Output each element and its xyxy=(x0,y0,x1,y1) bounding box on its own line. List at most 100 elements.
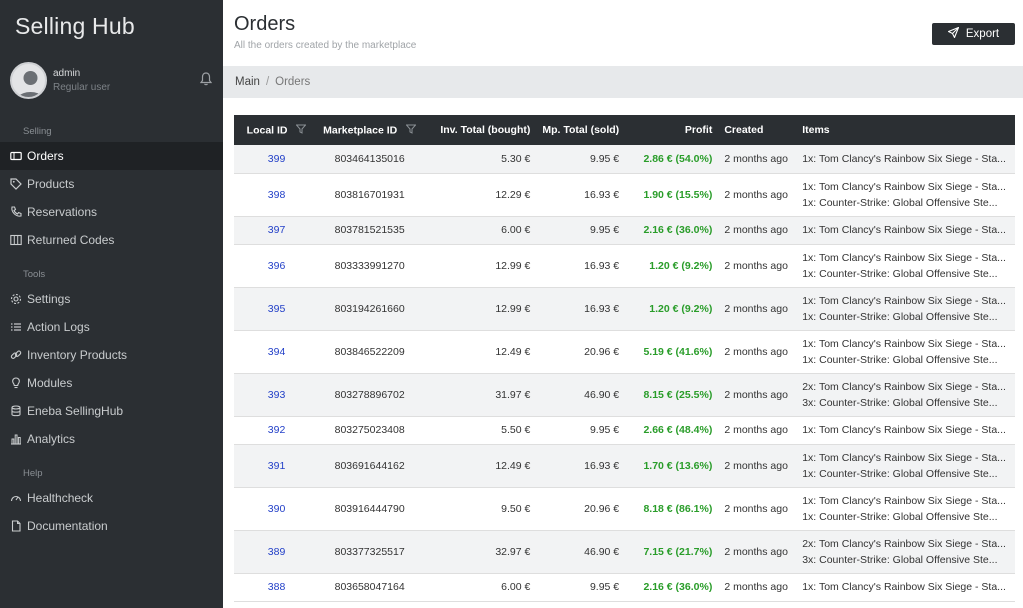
profit-cell: 2.16 € (36.0%) xyxy=(643,581,713,593)
mp-total-cell: 20.96 € xyxy=(584,345,620,358)
marketplace-id-cell: 803658047164 xyxy=(334,581,405,593)
column-header-profit[interactable]: Profit xyxy=(623,115,716,145)
breadcrumb-main-link[interactable]: Main xyxy=(235,76,260,88)
items-cell: 1x: Tom Clancy's Rainbow Six Siege - Sta… xyxy=(794,444,1015,487)
gear-icon xyxy=(10,293,22,305)
table-row[interactable]: 396 803333991270 12.99 € 16.93 € 1.20 € (9.2… xyxy=(234,244,1015,287)
marketplace-id-cell: 803691644162 xyxy=(334,459,405,472)
mp-total-cell: 20.96 € xyxy=(584,502,620,515)
table-row[interactable]: 394 803846522209 12.49 € 20.96 € 5.19 € (41.… xyxy=(234,330,1015,373)
sidebar-item-action-logs[interactable]: Action Logs xyxy=(0,313,223,341)
marketplace-id-cell: 803275023408 xyxy=(334,424,405,436)
export-button[interactable]: Export xyxy=(932,23,1015,45)
order-link[interactable]: 396 xyxy=(268,260,286,272)
order-link[interactable]: 389 xyxy=(268,546,286,558)
sidebar-item-documentation[interactable]: Documentation xyxy=(0,512,223,540)
table-row[interactable]: 397 803781521535 6.00 € 9.95 € 2.16 € (36.0%… xyxy=(234,216,1015,244)
avatar[interactable] xyxy=(10,62,47,99)
sidebar-item-eneba-sellinghub[interactable]: Eneba SellingHub xyxy=(0,397,223,425)
profit-cell: 2.16 € (36.0%) xyxy=(643,224,713,236)
sidebar-item-modules[interactable]: Modules xyxy=(0,369,223,397)
items-cell: 1x: Tom Clancy's Rainbow Six Siege - Sta… xyxy=(794,416,1015,444)
gauge-icon xyxy=(10,492,22,504)
order-link[interactable]: 391 xyxy=(268,460,286,472)
sidebar-item-orders[interactable]: Orders xyxy=(0,142,223,170)
user-panel: admin Regular user xyxy=(10,62,215,100)
filter-icon[interactable] xyxy=(295,124,308,137)
sidebar-item-settings[interactable]: Settings xyxy=(0,285,223,313)
sidebar-item-analytics[interactable]: Analytics xyxy=(0,425,223,453)
table-row[interactable]: 390 803916444790 9.50 € 20.96 € 8.18 € (86.1… xyxy=(234,487,1015,530)
local-id-cell: 397 xyxy=(234,216,319,244)
item-line: 1x: Tom Clancy's Rainbow Six Siege - Sta… xyxy=(802,224,1006,236)
created-cell: 2 months ago xyxy=(724,345,788,358)
order-link[interactable]: 392 xyxy=(268,424,286,436)
marketplace-id-cell: 803464135016 xyxy=(334,152,405,165)
bell-icon[interactable] xyxy=(199,72,213,86)
main-content: Orders All the orders created by the mar… xyxy=(223,0,1023,608)
sidebar-item-label: Modules xyxy=(27,376,73,390)
table-row[interactable]: 392 803275023408 5.50 € 9.95 € 2.66 € (48.4%… xyxy=(234,416,1015,444)
breadcrumb-separator: / xyxy=(265,76,270,88)
column-label: Marketplace ID xyxy=(323,123,398,136)
local-id-cell: 394 xyxy=(234,330,319,373)
sidebar-item-label: Inventory Products xyxy=(27,348,128,362)
mp-total-cell: 9.95 € xyxy=(589,424,620,436)
table-row[interactable]: 399 803464135016 5.30 € 9.95 € 2.86 € (54.0%… xyxy=(234,145,1015,173)
mp-total-cell: 16.93 € xyxy=(584,259,620,272)
bar-chart-icon xyxy=(10,433,22,445)
local-id-cell: 391 xyxy=(234,444,319,487)
table-row[interactable]: 395 803194261660 12.99 € 16.93 € 1.20 € (9.2… xyxy=(234,287,1015,330)
user-name: admin xyxy=(53,68,81,79)
profit-cell: 1.20 € (9.2%) xyxy=(649,302,713,315)
local-id-cell: 388 xyxy=(234,573,319,601)
order-link[interactable]: 394 xyxy=(268,346,286,358)
sidebar-item-healthcheck[interactable]: Healthcheck xyxy=(0,484,223,512)
inv-total-cell: 12.99 € xyxy=(495,259,531,272)
sidebar: Selling Hub admin Regular user Selling O… xyxy=(0,0,223,608)
sidebar-item-returned-codes[interactable]: Returned Codes xyxy=(0,226,223,254)
order-link[interactable]: 399 xyxy=(268,153,286,165)
item-line: 2x: Tom Clancy's Rainbow Six Siege - Sta… xyxy=(802,537,1006,550)
marketplace-id-cell: 803916444790 xyxy=(334,502,405,515)
table-row[interactable]: 391 803691644162 12.49 € 16.93 € 1.70 € (13.… xyxy=(234,444,1015,487)
table-row[interactable]: 393 803278896702 31.97 € 46.90 € 8.15 € (25.… xyxy=(234,373,1015,416)
items-cell: 1x: Tom Clancy's Rainbow Six Siege - Sta… xyxy=(794,216,1015,244)
column-header-local-id[interactable]: Local ID xyxy=(234,115,319,145)
sidebar-item-reservations[interactable]: Reservations xyxy=(0,198,223,226)
created-cell: 2 months ago xyxy=(724,459,788,472)
created-cell: 2 months ago xyxy=(724,259,788,272)
mp-total-cell: 9.95 € xyxy=(589,581,620,593)
inv-total-cell: 12.49 € xyxy=(495,459,531,472)
sidebar-item-products[interactable]: Products xyxy=(0,170,223,198)
column-header-items[interactable]: Items xyxy=(794,115,1015,145)
table-row[interactable]: 388 803658047164 6.00 € 9.95 € 2.16 € (36.0%… xyxy=(234,573,1015,601)
order-link[interactable]: 390 xyxy=(268,503,286,515)
order-link[interactable]: 395 xyxy=(268,303,286,315)
column-header-inv-total[interactable]: Inv. Total (bought) xyxy=(420,115,534,145)
item-line: 3x: Counter-Strike: Global Offensive Ste… xyxy=(802,396,998,409)
marketplace-id-cell: 803816701931 xyxy=(334,188,405,201)
created-cell: 2 months ago xyxy=(724,302,788,315)
order-link[interactable]: 393 xyxy=(268,389,286,401)
column-header-mp-total[interactable]: Mp. Total (sold) xyxy=(534,115,623,145)
item-line: 1x: Tom Clancy's Rainbow Six Siege - Sta… xyxy=(802,494,1006,507)
local-id-cell: 399 xyxy=(234,145,319,173)
item-line: 3x: Counter-Strike: Global Offensive Ste… xyxy=(802,553,998,566)
inv-total-cell: 9.50 € xyxy=(501,502,531,515)
order-link[interactable]: 398 xyxy=(268,189,286,201)
table-row[interactable]: 398 803816701931 12.29 € 16.93 € 1.90 € (15.… xyxy=(234,173,1015,216)
sidebar-item-inventory-products[interactable]: Inventory Products xyxy=(0,341,223,369)
created-cell: 2 months ago xyxy=(724,502,788,515)
table-row[interactable]: 389 803377325517 32.97 € 46.90 € 7.15 € (21.… xyxy=(234,530,1015,573)
column-header-created[interactable]: Created xyxy=(716,115,794,145)
order-link[interactable]: 388 xyxy=(268,581,286,593)
marketplace-id-cell: 803377325517 xyxy=(334,545,405,558)
items-cell: 2x: Tom Clancy's Rainbow Six Siege - Sta… xyxy=(794,373,1015,416)
filter-icon[interactable] xyxy=(405,124,417,137)
order-link[interactable]: 397 xyxy=(268,224,286,236)
inv-total-cell: 12.49 € xyxy=(495,345,531,358)
table-header-row: Local ID Marketplace ID Inv. Total (boug… xyxy=(234,115,1015,145)
column-header-marketplace-id[interactable]: Marketplace ID xyxy=(319,115,420,145)
lightbulb-icon xyxy=(10,377,22,389)
